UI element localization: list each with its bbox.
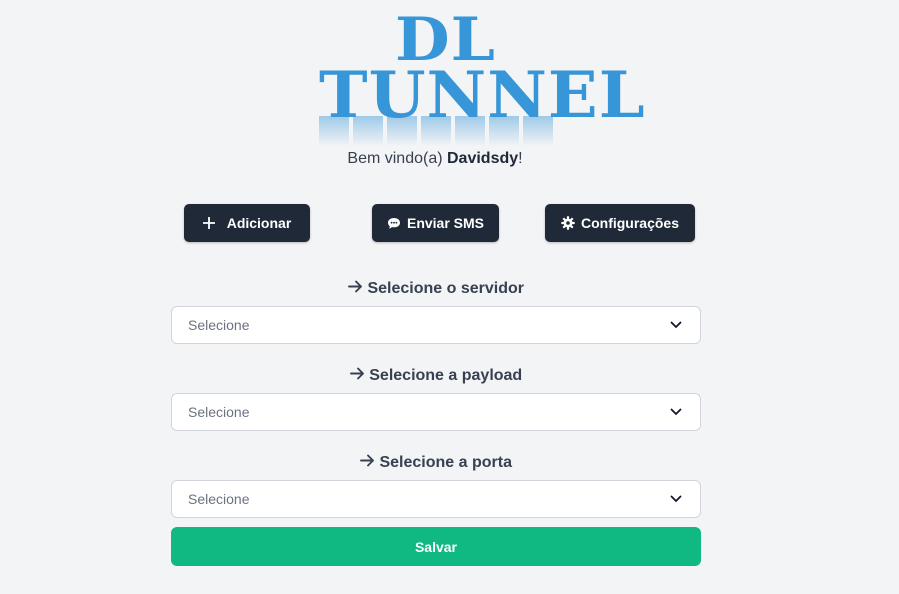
server-field-label: Selecione o servidor [171, 280, 701, 298]
plus-icon [202, 217, 215, 229]
gear-icon [561, 216, 575, 230]
logo-reflection [319, 116, 555, 146]
settings-label: Configurações [580, 215, 679, 231]
welcome-prefix: Bem vindo(a) [347, 150, 447, 167]
payload-field-label: Selecione a payload [171, 367, 701, 385]
add-button-label: Adicionar [226, 215, 292, 231]
settings-button[interactable]: Configurações [545, 204, 695, 242]
port-select[interactable]: Selecione [171, 480, 701, 518]
arrow-right-icon [360, 454, 375, 467]
port-select-value: Selecione [188, 491, 250, 507]
dl-tunnel-logo: DL TUNNEL [317, 6, 645, 146]
welcome-username: Davidsdy [447, 150, 519, 167]
chevron-down-icon [670, 408, 682, 416]
chat-bubble-icon [387, 217, 401, 230]
payload-label-text: Selecione a payload [369, 367, 523, 384]
send-sms-button[interactable]: Enviar SMS [372, 204, 499, 242]
port-label-text: Selecione a porta [379, 454, 512, 471]
server-select[interactable]: Selecione [171, 306, 701, 344]
add-button[interactable]: Adicionar [184, 204, 310, 242]
server-select-value: Selecione [188, 317, 250, 333]
chevron-down-icon [670, 495, 682, 503]
payload-select[interactable]: Selecione [171, 393, 701, 431]
arrow-right-icon [349, 367, 365, 380]
arrow-right-icon [348, 280, 363, 293]
port-field-label: Selecione a porta [171, 454, 701, 472]
send-sms-label: Enviar SMS [406, 215, 485, 231]
server-label-text: Selecione o servidor [367, 280, 524, 297]
save-button[interactable]: Salvar [171, 527, 701, 566]
payload-select-value: Selecione [188, 404, 250, 420]
welcome-suffix: ! [518, 150, 523, 167]
welcome-message: Bem vindo(a) Davidsdy! [0, 150, 870, 168]
chevron-down-icon [670, 321, 682, 329]
